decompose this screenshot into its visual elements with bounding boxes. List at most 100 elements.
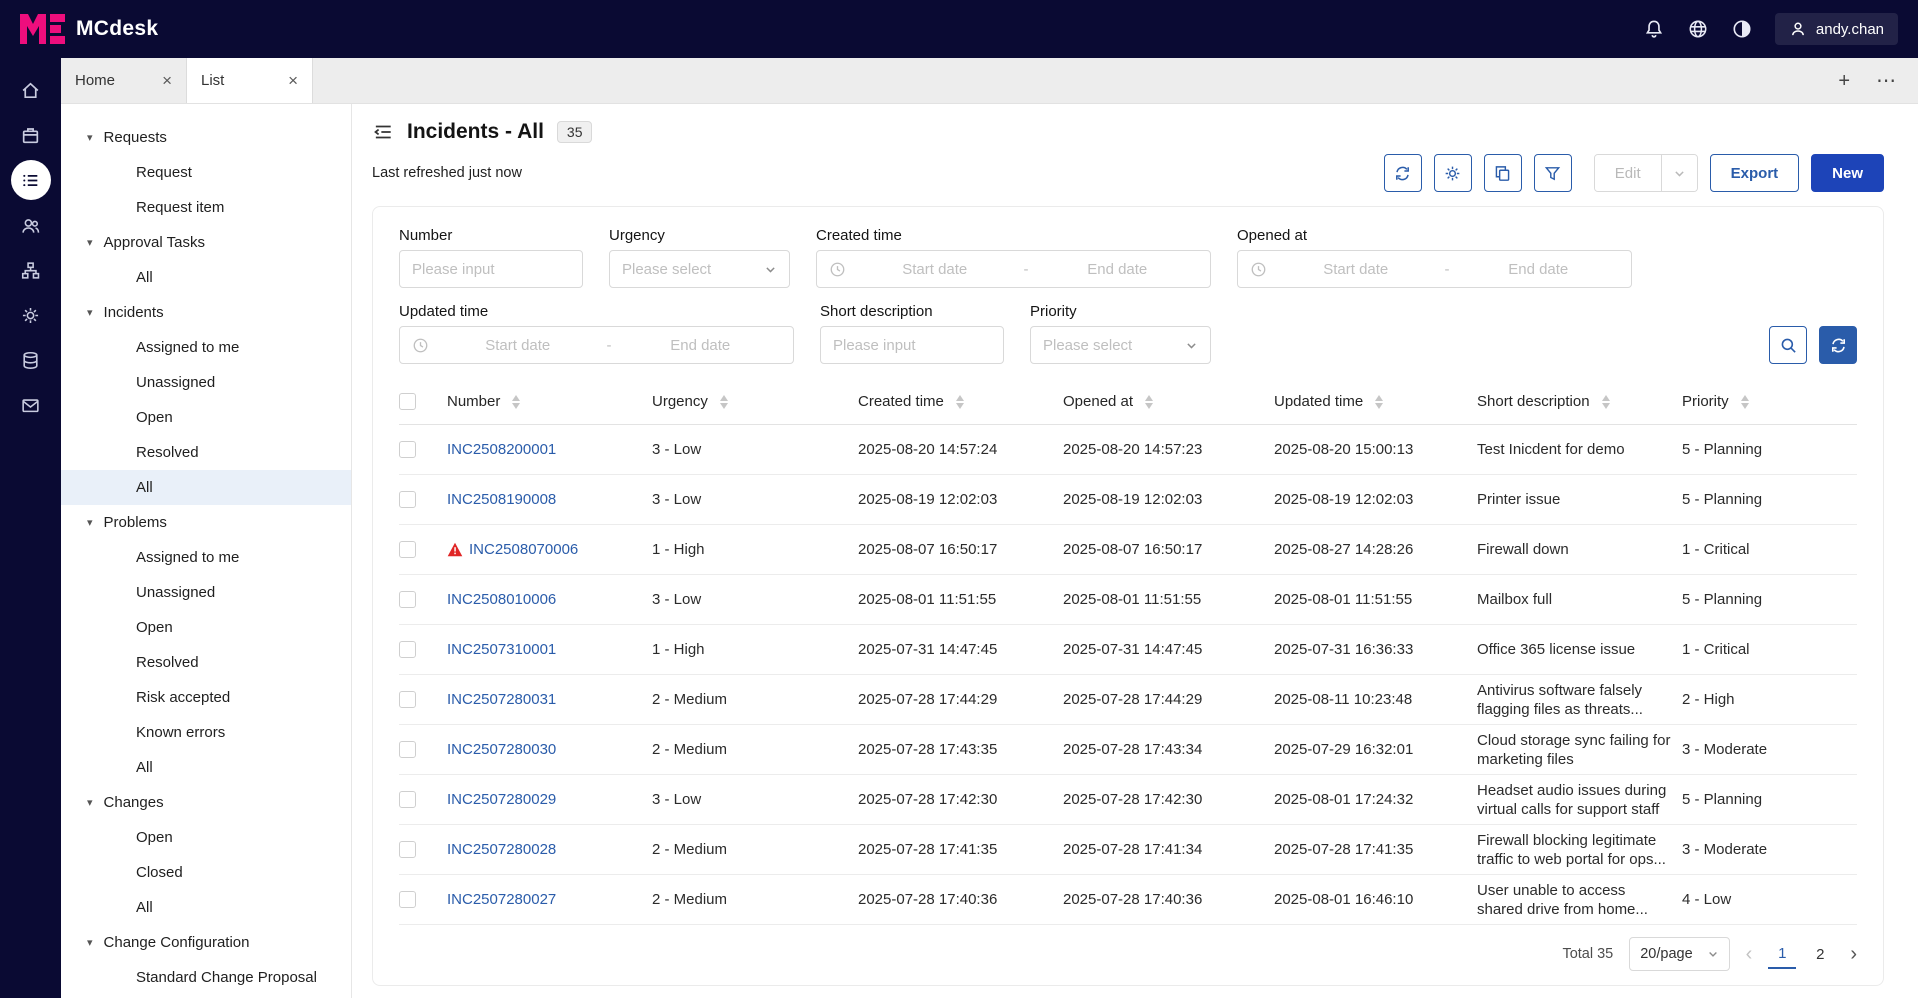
page-size-select[interactable]: 20/page [1629,937,1730,971]
export-button[interactable]: Export [1709,154,1800,192]
row-checkbox[interactable] [399,841,416,858]
table-row[interactable]: INC2507280030 2 - Medium 2025-07-28 17:4… [399,725,1857,775]
table-row[interactable]: INC2508070006 1 - High 2025-08-07 16:50:… [399,525,1857,575]
page-number[interactable]: 1 [1768,939,1797,969]
row-checkbox[interactable] [399,741,416,758]
table-row[interactable]: INC2507280029 3 - Low 2025-07-28 17:42:3… [399,775,1857,825]
tab[interactable]: Home × [61,58,187,103]
collapse-panel-icon[interactable] [372,121,394,143]
nav-item[interactable]: Open [61,400,351,435]
incident-number-link[interactable]: INC2507280027 [447,891,556,908]
select-all-checkbox[interactable] [399,393,416,410]
nav-item[interactable]: Assigned to me [61,330,351,365]
sort-icon[interactable] [1375,394,1384,409]
column-header-number[interactable]: Number [447,393,652,410]
nav-item[interactable]: All [61,260,351,295]
edit-button[interactable]: Edit [1594,155,1661,191]
table-row[interactable]: INC2508200001 3 - Low 2025-08-20 14:57:2… [399,425,1857,475]
prev-page-icon[interactable]: ‹ [1746,944,1753,964]
table-row[interactable]: INC2508190008 3 - Low 2025-08-19 12:02:0… [399,475,1857,525]
row-checkbox[interactable] [399,491,416,508]
reset-refresh-button[interactable] [1819,326,1857,364]
tab[interactable]: List × [187,58,313,103]
rail-list-button[interactable] [10,160,51,200]
incident-number-link[interactable]: INC2507310001 [447,641,556,658]
column-settings-button[interactable] [1433,154,1472,192]
row-checkbox[interactable] [399,441,416,458]
sort-icon[interactable] [1145,394,1154,409]
copy-button[interactable] [1483,154,1522,192]
nav-item[interactable]: All [61,470,351,505]
filter-button[interactable] [1533,154,1572,192]
nav-item[interactable]: Risk accepted [61,680,351,715]
add-tab-icon[interactable]: + [1838,71,1850,91]
row-checkbox[interactable] [399,641,416,658]
rail-tasks-button[interactable] [11,115,51,155]
column-header-opened[interactable]: Opened at [1063,393,1274,410]
sync-button[interactable] [1383,154,1422,192]
nav-item[interactable]: ▾ Problems [61,505,351,540]
edit-dropdown-icon[interactable] [1660,155,1697,191]
language-globe-icon[interactable] [1687,18,1709,40]
column-header-description[interactable]: Short description [1477,392,1682,411]
row-checkbox[interactable] [399,541,416,558]
nav-item[interactable]: ▾ Requests [61,120,351,155]
nav-item[interactable]: Unassigned [61,575,351,610]
incident-number-link[interactable]: INC2507280029 [447,791,556,808]
tab-close-icon[interactable]: × [162,72,172,89]
filter-priority-select[interactable]: Please select [1030,326,1211,364]
column-header-created[interactable]: Created time [858,393,1063,410]
nav-item[interactable]: ▾ Approval Tasks [61,225,351,260]
incident-number-link[interactable]: INC2507280031 [447,691,556,708]
incident-number-link[interactable]: INC2508010006 [447,591,556,608]
rail-database-button[interactable] [11,340,51,380]
notifications-bell-icon[interactable] [1643,18,1665,40]
nav-item[interactable]: Unassigned [61,365,351,400]
nav-item[interactable]: Open [61,610,351,645]
filter-urgency-select[interactable]: Please select [609,250,790,288]
nav-item[interactable]: ▾ Incidents [61,295,351,330]
sort-icon[interactable] [512,394,521,409]
nav-item[interactable]: Assigned to me [61,540,351,575]
nav-item[interactable]: Closed [61,855,351,890]
next-page-icon[interactable]: › [1850,944,1857,964]
user-menu[interactable]: andy.chan [1774,13,1898,45]
row-checkbox[interactable] [399,791,416,808]
theme-contrast-icon[interactable] [1731,18,1753,40]
column-header-urgency[interactable]: Urgency [652,393,858,410]
nav-item[interactable]: All [61,890,351,925]
incident-number-link[interactable]: INC2508200001 [447,441,556,458]
sort-icon[interactable] [955,394,964,409]
sort-icon[interactable] [719,394,728,409]
filter-description-input[interactable] [820,326,1004,364]
row-checkbox[interactable] [399,591,416,608]
rail-users-button[interactable] [11,205,51,245]
nav-item[interactable]: Open [61,820,351,855]
nav-item[interactable]: Request [61,155,351,190]
incident-number-link[interactable]: INC2507280028 [447,841,556,858]
filter-updated-range[interactable]: Start date - End date [399,326,794,364]
filter-number-input[interactable] [399,250,583,288]
table-row[interactable]: INC2508010006 3 - Low 2025-08-01 11:51:5… [399,575,1857,625]
row-checkbox[interactable] [399,691,416,708]
nav-item[interactable]: Known errors [61,715,351,750]
nav-item[interactable]: ▾ Changes [61,785,351,820]
incident-number-link[interactable]: INC2507280030 [447,741,556,758]
table-row[interactable]: INC2507280027 2 - Medium 2025-07-28 17:4… [399,875,1857,925]
nav-item[interactable]: Standard Change Proposal [61,960,351,995]
nav-item[interactable]: ▾ Change Configuration [61,925,351,960]
table-row[interactable]: INC2507280031 2 - Medium 2025-07-28 17:4… [399,675,1857,725]
rail-settings-button[interactable] [11,295,51,335]
column-header-updated[interactable]: Updated time [1274,393,1477,410]
rail-hierarchy-button[interactable] [11,250,51,290]
rail-home-button[interactable] [11,70,51,110]
column-header-priority[interactable]: Priority [1682,393,1857,410]
tab-close-icon[interactable]: × [288,72,298,89]
nav-item[interactable]: Resolved [61,435,351,470]
incident-number-link[interactable]: INC2508190008 [447,491,556,508]
filter-opened-range[interactable]: Start date - End date [1237,250,1632,288]
row-checkbox[interactable] [399,891,416,908]
filter-created-range[interactable]: Start date - End date [816,250,1211,288]
tab-overflow-icon[interactable]: ⋯ [1876,71,1896,91]
new-button[interactable]: New [1811,154,1884,192]
